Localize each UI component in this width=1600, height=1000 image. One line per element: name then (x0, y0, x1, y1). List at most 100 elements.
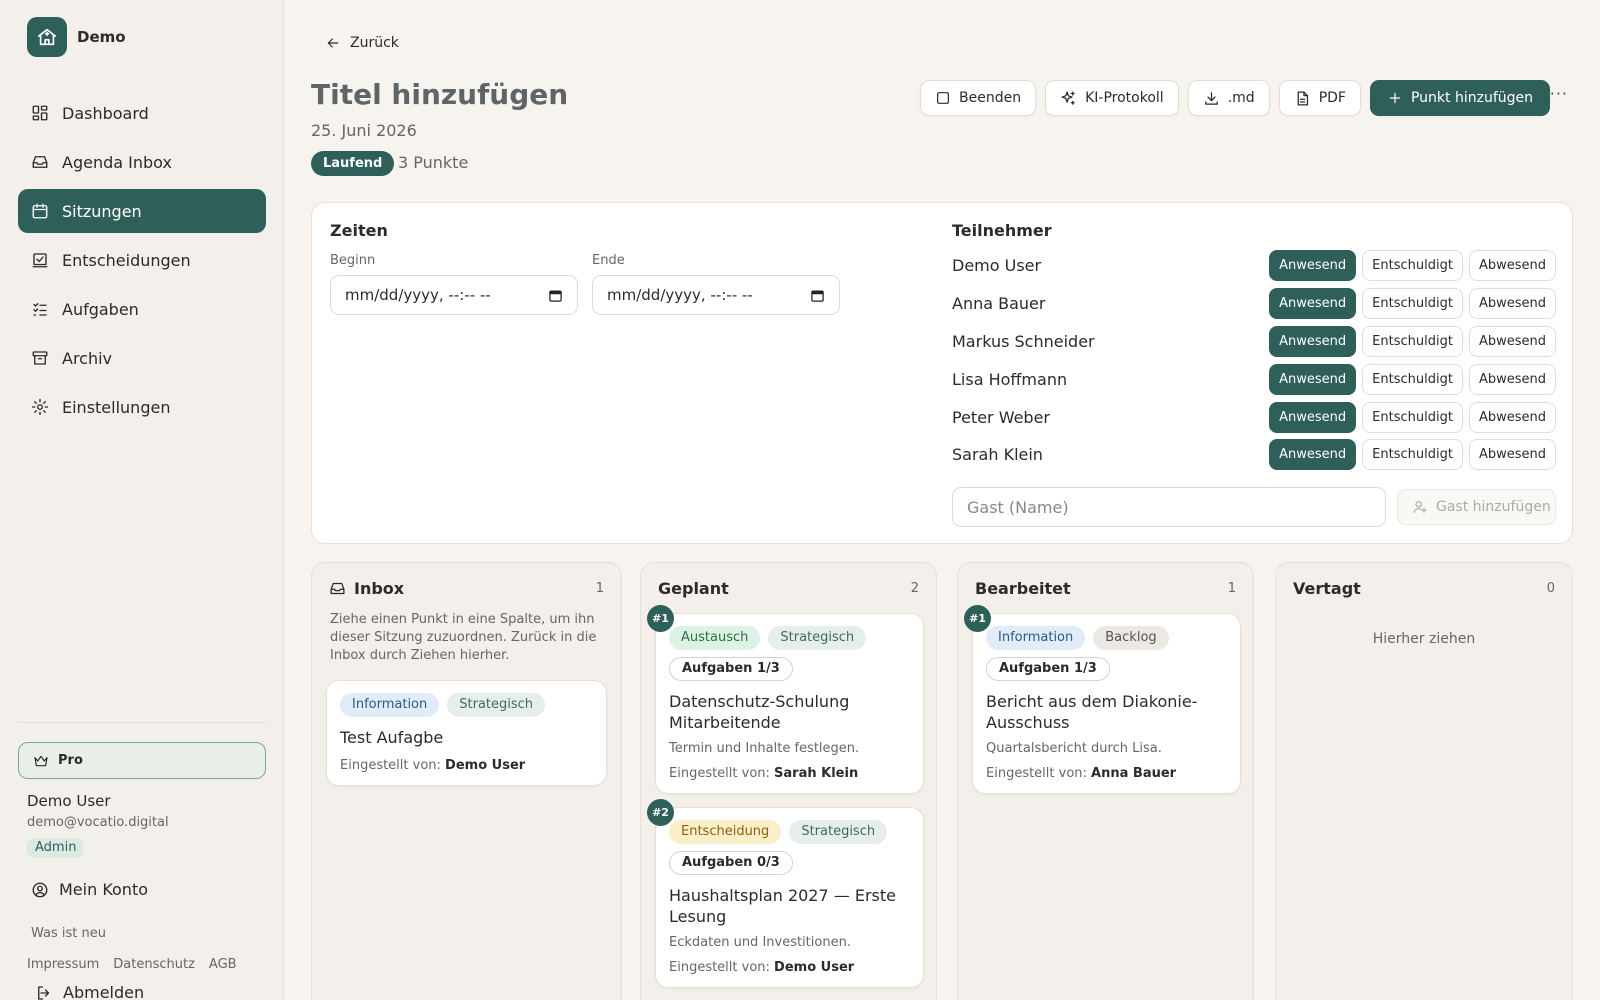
column-hint: Ziehe einen Punkt in eine Spalte, um ihn… (330, 612, 597, 663)
export-md-button[interactable]: .md (1187, 80, 1270, 116)
logout-icon (35, 984, 53, 1000)
item-title: Test Aufagbe (340, 728, 444, 747)
nav-item-sitzungen[interactable]: Sitzungen (18, 189, 266, 233)
present-button[interactable]: Anwesend (1269, 401, 1357, 433)
nav-item-dashboard[interactable]: Dashboard (18, 91, 266, 135)
ai-protocol-button[interactable]: KI-Protokoll (1045, 80, 1179, 116)
present-button[interactable]: Anwesend (1269, 288, 1357, 320)
present-button[interactable]: Anwesend (1269, 250, 1357, 282)
participant-list: Demo User Anwesend Entschuldigt Abwesend… (952, 247, 1556, 474)
participant-name: Sarah Klein (952, 445, 1043, 465)
impressum-link[interactable]: Impressum (27, 957, 99, 972)
column-count: 1 (595, 581, 604, 596)
present-button[interactable]: Anwesend (1269, 439, 1357, 471)
user-circle-icon (31, 881, 49, 899)
agenda-item-card[interactable]: Information Strategisch Test Aufagbe Ein… (326, 680, 607, 786)
present-button[interactable]: Anwesend (1269, 325, 1357, 357)
more-options-button[interactable]: ··· (1550, 84, 1568, 103)
whats-new-link[interactable]: Was ist neu (31, 926, 106, 941)
crown-icon (33, 753, 49, 769)
tag-list: Information Backlog (986, 626, 1227, 650)
nav-label: Einstellungen (62, 397, 171, 417)
item-title: Bericht aus dem Diakonie-Ausschuss (986, 692, 1198, 732)
nav-label: Entscheidungen (62, 250, 191, 270)
column-count: 1 (1227, 581, 1236, 596)
excused-button[interactable]: Entschuldigt (1362, 325, 1463, 357)
nav-label: Dashboard (62, 103, 149, 123)
start-value: mm/dd/yyyy, --:-- -- (345, 286, 491, 304)
task-tag-row: Aufgaben 1/3 (986, 657, 1227, 681)
agenda-item-card[interactable]: #2 Entscheidung Strategisch Aufgaben 0/3… (647, 799, 924, 988)
nav-item-agenda-inbox[interactable]: Agenda Inbox (18, 140, 266, 184)
plan-badge[interactable]: Pro (18, 742, 266, 779)
excused-button[interactable]: Entschuldigt (1362, 250, 1463, 282)
participant-row: Markus Schneider Anwesend Entschuldigt A… (952, 323, 1556, 361)
end-value: mm/dd/yyyy, --:-- -- (607, 286, 753, 304)
end-meeting-button[interactable]: Beenden (920, 80, 1037, 116)
times-participants-card: Zeiten Beginn mm/dd/yyyy, --:-- -- Ende … (311, 202, 1573, 544)
agenda-item-card[interactable]: #1 Austausch Strategisch Aufgaben 1/3 Da… (647, 605, 924, 794)
absent-button[interactable]: Abwesend (1468, 363, 1556, 395)
church-logo-icon (27, 17, 67, 57)
page-title[interactable]: Titel hinzufügen (311, 78, 568, 111)
toolbar: Beenden KI-Protokoll .md PDF Punkt hinzu… (920, 80, 1550, 116)
meeting-date: 25. Juni 2026 (311, 121, 417, 140)
add-guest-label: Gast hinzufügen (1436, 499, 1551, 515)
calendar-picker-icon (810, 288, 825, 303)
export-pdf-button[interactable]: PDF (1278, 80, 1361, 116)
legal-links: Impressum Datenschutz AGB (27, 957, 237, 972)
absent-button[interactable]: Abwesend (1468, 288, 1556, 320)
attendance-toggle: Anwesend Entschuldigt Abwesend (1269, 250, 1556, 282)
checklist-icon (31, 300, 49, 318)
column-inbox: Inbox 1 Ziehe einen Punkt in eine Spalte… (311, 562, 622, 1000)
dashboard-icon (31, 104, 49, 122)
add-label: Punkt hinzufügen (1410, 90, 1533, 106)
plan-label: Pro (58, 753, 83, 768)
item-title: Datenschutz-Schulung Mitarbeitende (669, 692, 850, 732)
column-postponed: Vertagt 0 Hierher ziehen (1275, 562, 1573, 1000)
start-datetime-input[interactable]: mm/dd/yyyy, --:-- -- (330, 275, 578, 315)
calendar-icon (31, 202, 49, 220)
tasks-badge: Aufgaben 1/3 (669, 657, 793, 681)
nav-item-entscheidungen[interactable]: Entscheidungen (18, 238, 266, 282)
item-author: Eingestellt von: Demo User (669, 960, 910, 975)
add-guest-button[interactable]: Gast hinzufügen (1397, 489, 1556, 525)
datenschutz-link[interactable]: Datenschutz (113, 957, 195, 972)
back-link[interactable]: Zurück (325, 35, 399, 51)
absent-button[interactable]: Abwesend (1468, 325, 1556, 357)
tag-list: Austausch Strategisch (669, 626, 910, 650)
end-label: Beenden (959, 90, 1022, 106)
logout-button[interactable]: Abmelden (35, 983, 144, 1000)
item-author: Eingestellt von: Demo User (340, 758, 593, 773)
absent-button[interactable]: Abwesend (1468, 250, 1556, 282)
author-name: Sarah Klein (774, 766, 859, 781)
item-description: Quartalsbericht durch Lisa. (986, 741, 1162, 756)
add-item-button[interactable]: Punkt hinzufügen (1369, 80, 1550, 116)
guest-name-input[interactable]: Gast (Name) (952, 487, 1386, 527)
nav-item-einstellungen[interactable]: Einstellungen (18, 385, 266, 429)
absent-button[interactable]: Abwesend (1468, 401, 1556, 433)
absent-button[interactable]: Abwesend (1468, 439, 1556, 471)
pdf-label: PDF (1318, 90, 1346, 106)
column-planned: Geplant 2 #1 Austausch Strategisch Aufga… (640, 562, 937, 1000)
column-edited: Bearbeitet 1 #1 Information Backlog Aufg… (957, 562, 1254, 1000)
item-number-badge: #2 (647, 799, 674, 826)
agenda-item-card[interactable]: #1 Information Backlog Aufgaben 1/3 Beri… (964, 605, 1241, 794)
account-link[interactable]: Mein Konto (31, 880, 148, 899)
excused-button[interactable]: Entschuldigt (1362, 439, 1463, 471)
column-header: Vertagt 0 (1293, 579, 1555, 598)
type-tag: Information (340, 693, 440, 717)
excused-button[interactable]: Entschuldigt (1362, 401, 1463, 433)
nav-item-archiv[interactable]: Archiv (18, 336, 266, 380)
participant-row: Demo User Anwesend Entschuldigt Abwesend (952, 247, 1556, 285)
attendance-toggle: Anwesend Entschuldigt Abwesend (1269, 288, 1556, 320)
present-button[interactable]: Anwesend (1269, 363, 1357, 395)
end-datetime-input[interactable]: mm/dd/yyyy, --:-- -- (592, 275, 840, 315)
excused-button[interactable]: Entschuldigt (1362, 363, 1463, 395)
agb-link[interactable]: AGB (209, 957, 237, 972)
column-header: Bearbeitet 1 (975, 579, 1236, 598)
item-title: Haushaltsplan 2027 — Erste Lesung (669, 886, 896, 926)
nav-item-aufgaben[interactable]: Aufgaben (18, 287, 266, 331)
excused-button[interactable]: Entschuldigt (1362, 288, 1463, 320)
brand[interactable]: Demo (27, 17, 126, 57)
